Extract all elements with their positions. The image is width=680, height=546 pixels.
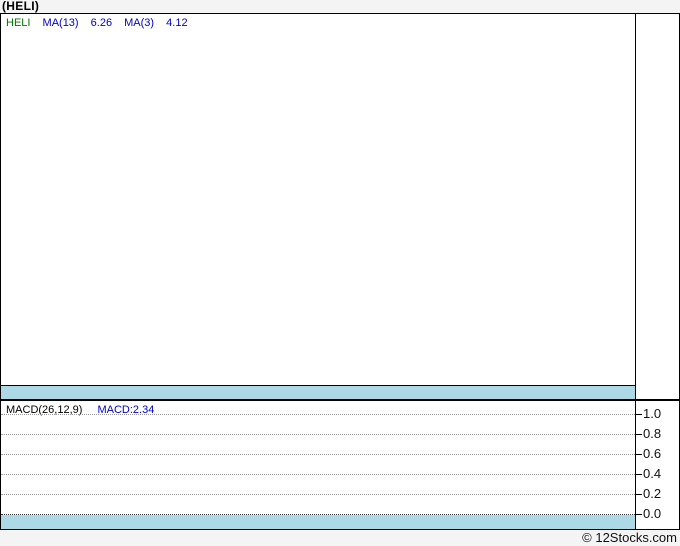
- macd-gridline: [1, 414, 635, 415]
- macd-ytick-label: 0.2: [643, 486, 679, 502]
- y-axis-tick: [635, 474, 642, 475]
- y-axis-tick: [635, 414, 642, 415]
- price-chart-legend: HELI MA(13) 6.26 MA(3) 4.12: [6, 17, 197, 29]
- ma13-label: MA(13): [43, 17, 79, 29]
- macd-panel: MACD(26,12,9) MACD:2.34 1.0 0.8 0.6 0.4 …: [0, 400, 680, 530]
- macd-gridline: [1, 434, 635, 435]
- date-axis-band: [1, 385, 635, 399]
- macd-ytick-label: 1.0: [643, 406, 679, 422]
- chart-symbol-title: (HELI): [2, 0, 39, 13]
- y-axis-tick: [635, 494, 642, 495]
- stock-chart-page: (HELI) HELI MA(13) 6.26 MA(3) 4.12 MACD(…: [0, 0, 680, 546]
- date-axis-band: [1, 515, 635, 529]
- ma3-label: MA(3): [124, 17, 154, 29]
- y-axis-separator-line: [635, 401, 636, 529]
- site-credit: © 12Stocks.com: [582, 530, 677, 546]
- macd-ytick-label: 0.8: [643, 426, 679, 442]
- macd-ytick-label: 0.6: [643, 446, 679, 462]
- ma13-value: 6.26: [91, 17, 112, 29]
- y-axis-tick: [635, 514, 642, 515]
- price-chart-panel: HELI MA(13) 6.26 MA(3) 4.12: [0, 13, 680, 400]
- macd-gridline: [1, 474, 635, 475]
- y-axis-separator-line: [635, 14, 636, 399]
- macd-ytick-label: 0.0: [643, 506, 679, 522]
- y-axis-tick: [635, 434, 642, 435]
- macd-gridline: [1, 494, 635, 495]
- macd-ytick-label: 0.4: [643, 466, 679, 482]
- ma3-value: 4.12: [166, 17, 187, 29]
- symbol-label: HELI: [6, 17, 30, 29]
- macd-gridline: [1, 454, 635, 455]
- y-axis-tick: [635, 454, 642, 455]
